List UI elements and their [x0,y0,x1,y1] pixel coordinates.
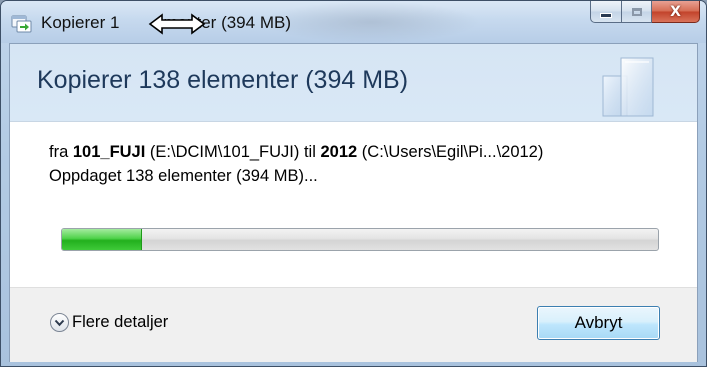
from-word: fra [49,143,69,161]
destination-folder-link[interactable]: 2012 [320,143,357,161]
to-word: til [303,143,316,161]
chevron-down-icon [50,313,69,332]
source-path: (E:\DCIM\101_FUJI) [149,143,300,161]
title-bar[interactable]: Kopierer 1 menter (394 MB) X [1,1,706,43]
copy-dialog-window: Kopierer 1 menter (394 MB) X Kopierer 138… [0,0,707,367]
more-details-toggle[interactable]: Flere detaljer [50,313,168,332]
dialog-footer: Flere detaljer Avbryt [10,287,697,362]
cancel-button[interactable]: Avbryt [537,306,660,340]
status-text: Oppdaget 138 elementer (394 MB)... [49,167,318,185]
dialog-content: Kopierer 138 elementer (394 MB) fra 101_… [9,43,698,362]
close-button[interactable]: X [652,1,700,23]
page-title: Kopierer 138 elementer (394 MB) [37,66,409,94]
minimize-button[interactable] [590,1,622,23]
source-destination-line: fra 101_FUJI (E:\DCIM\101_FUJI) til 2012… [49,143,543,162]
window-title-prefix: Kopierer 1 [41,13,120,32]
maximize-button[interactable] [622,1,652,23]
progress-fill [62,229,143,250]
destination-path: (C:\Users\Egil\Pi...\2012) [361,143,544,161]
window-controls: X [590,1,700,23]
more-details-label: Flere detaljer [72,313,169,331]
header-band: Kopierer 138 elementer (394 MB) [10,44,697,122]
close-icon: X [670,3,681,20]
copy-icon [11,15,32,33]
maximize-icon [631,7,642,16]
source-folder-link[interactable]: 101_FUJI [73,143,145,161]
progress-bar [61,228,659,251]
resize-horizontal-cursor-icon [148,13,206,35]
minimize-icon [600,13,612,18]
copy-documents-icon [602,57,654,117]
